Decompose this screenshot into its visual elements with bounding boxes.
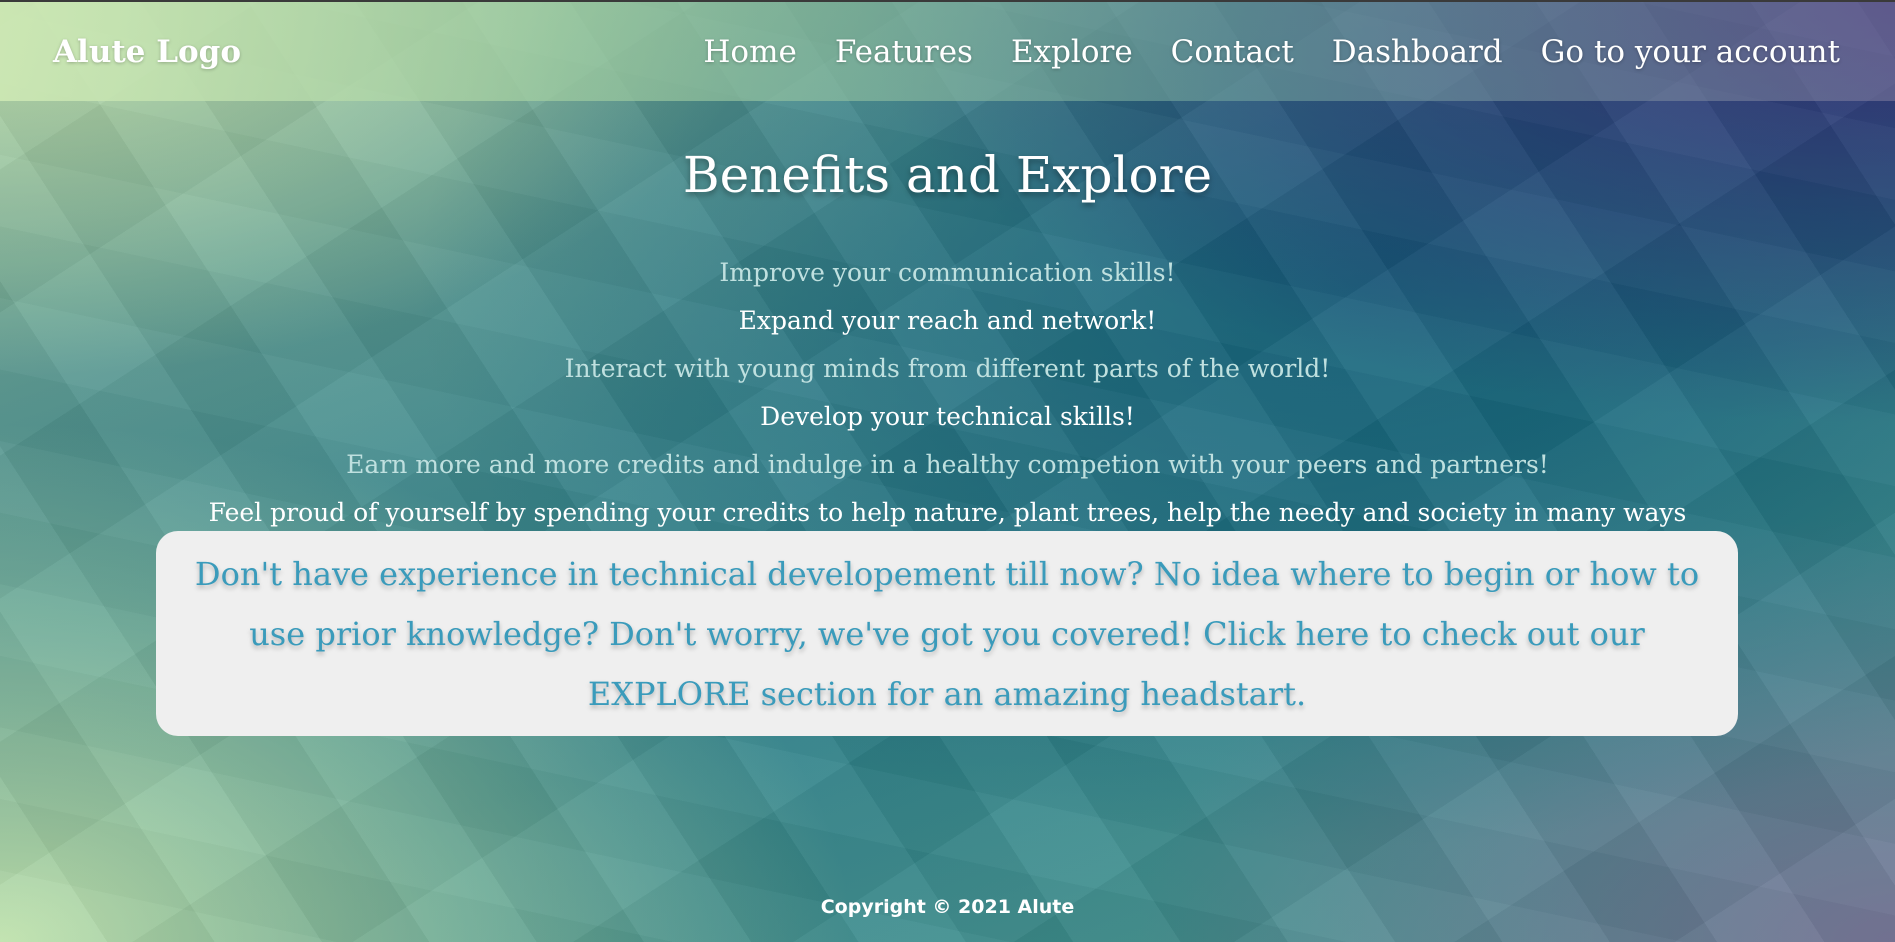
nav-features-link[interactable]: Features <box>835 34 973 70</box>
explore-cta-card[interactable]: Don't have experience in technical devel… <box>156 531 1738 736</box>
benefit-item: Interact with young minds from different… <box>564 354 1331 383</box>
nav-dashboard-link[interactable]: Dashboard <box>1332 34 1503 70</box>
benefit-item: Develop your technical skills! <box>760 402 1135 431</box>
navbar: Alute Logo Home Features Explore Contact… <box>0 0 1895 101</box>
nav-home-link[interactable]: Home <box>703 34 796 70</box>
nav-account-link[interactable]: Go to your account <box>1541 34 1840 70</box>
nav-contact-link[interactable]: Contact <box>1171 34 1294 70</box>
explore-cta-text[interactable]: Don't have experience in technical devel… <box>186 544 1708 724</box>
footer-copyright: Copyright © 2021 Alute <box>820 896 1075 918</box>
site-logo[interactable]: Alute Logo <box>53 34 241 70</box>
nav-explore-link[interactable]: Explore <box>1011 34 1133 70</box>
main-content: Benefits and Explore Improve your commun… <box>0 101 1895 583</box>
benefit-item: Expand your reach and network! <box>738 306 1157 335</box>
benefit-item: Improve your communication skills! <box>719 258 1176 287</box>
page-title: Benefits and Explore <box>682 146 1213 204</box>
nav-links: Home Features Explore Contact Dashboard … <box>703 34 1840 70</box>
benefit-item: Earn more and more credits and indulge i… <box>346 450 1549 479</box>
